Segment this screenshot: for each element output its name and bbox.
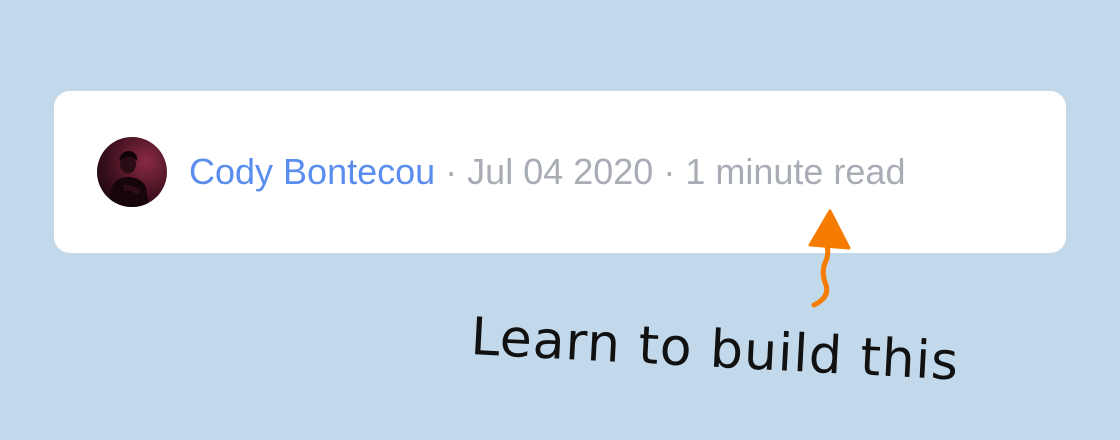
avatar-photo	[97, 137, 167, 207]
handwritten-annotation: Learn to build this	[470, 307, 961, 393]
post-meta-row: Cody Bontecou · Jul 04 2020 · 1 minute r…	[97, 137, 905, 207]
hand-drawn-arrow-icon	[808, 209, 851, 308]
separator-dot: ·	[445, 151, 458, 192]
author-avatar[interactable]	[97, 137, 167, 207]
separator-dot: ·	[663, 151, 676, 192]
post-meta-card: Cody Bontecou · Jul 04 2020 · 1 minute r…	[54, 91, 1066, 253]
read-time: 1 minute read	[685, 151, 906, 192]
author-name-link[interactable]: Cody Bontecou	[189, 154, 435, 190]
annotation-text: Learn to build this	[470, 307, 961, 393]
post-date: Jul 04 2020	[467, 151, 654, 192]
